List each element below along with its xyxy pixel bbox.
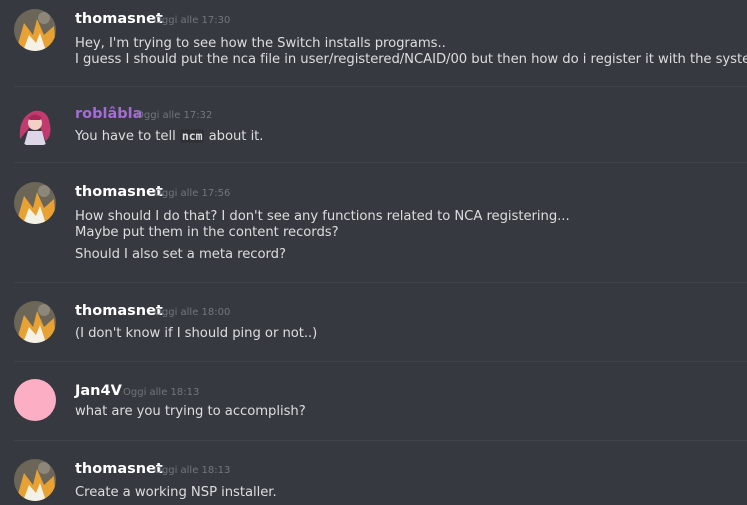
message-text: Should I also set a meta record? bbox=[75, 247, 286, 262]
tails-avatar-icon[interactable] bbox=[14, 459, 56, 501]
message-author[interactable]: thomasnet bbox=[75, 461, 163, 477]
message-text: You have to tell ncm about it. bbox=[75, 129, 264, 144]
anime-character-avatar-icon[interactable] bbox=[14, 105, 56, 147]
message-author[interactable]: roblâbla bbox=[75, 106, 142, 122]
message-text: Create a working NSP installer. bbox=[75, 485, 277, 500]
message-author[interactable]: Jan4V bbox=[75, 383, 122, 399]
message-author[interactable]: thomasnet bbox=[75, 303, 163, 319]
tails-avatar-icon[interactable] bbox=[14, 9, 56, 51]
message-group: thomasnet Oggi alle 18:13 Create a worki… bbox=[0, 441, 747, 505]
message-text: Hey, I'm trying to see how the Switch in… bbox=[75, 36, 446, 51]
message-author[interactable]: thomasnet bbox=[75, 184, 163, 200]
message-text: How should I do that? I don't see any fu… bbox=[75, 209, 570, 224]
message-group: Jan4V Oggi alle 18:13 what are you tryin… bbox=[0, 362, 747, 440]
tails-avatar-icon[interactable] bbox=[14, 182, 56, 224]
message-timestamp: Oggi alle 18:13 bbox=[154, 465, 231, 476]
message-group: roblâbla Oggi alle 17:32 You have to tel… bbox=[0, 87, 747, 162]
inline-code: ncm bbox=[179, 129, 205, 143]
message-text: Maybe put them in the content records? bbox=[75, 225, 339, 240]
message-text-prefix: You have to tell bbox=[75, 129, 180, 144]
tails-avatar-icon[interactable] bbox=[14, 301, 56, 343]
message-text: (I don't know if I should ping or not..) bbox=[75, 326, 318, 341]
message-timestamp: Oggi alle 18:13 bbox=[123, 387, 200, 398]
message-timestamp: Oggi alle 18:00 bbox=[154, 307, 231, 318]
message-group: thomasnet Oggi alle 17:56 How should I d… bbox=[0, 163, 747, 281]
message-text: what are you trying to accomplish? bbox=[75, 404, 306, 419]
pink-circle-avatar-icon[interactable] bbox=[14, 379, 56, 421]
message-author[interactable]: thomasnet bbox=[75, 11, 163, 27]
message-timestamp: Oggi alle 17:32 bbox=[136, 110, 213, 121]
message-group: thomasnet Oggi alle 17:30 Hey, I'm tryin… bbox=[0, 0, 747, 86]
message-text-suffix: about it. bbox=[204, 129, 264, 144]
message-timestamp: Oggi alle 17:56 bbox=[154, 188, 231, 199]
message-group: thomasnet Oggi alle 18:00 (I don't know … bbox=[0, 283, 747, 361]
message-text: I guess I should put the nca file in use… bbox=[75, 52, 747, 67]
message-timestamp: Oggi alle 17:30 bbox=[154, 15, 231, 26]
